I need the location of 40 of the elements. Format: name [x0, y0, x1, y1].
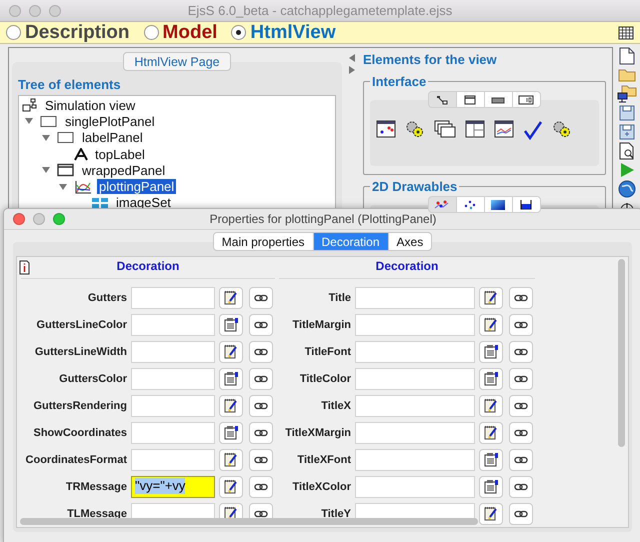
- tree-item[interactable]: wrappedPanel: [80, 162, 168, 178]
- property-label: TitleMargin: [292, 319, 351, 331]
- property-label: CoordinatesFormat: [24, 454, 127, 466]
- mode-radio[interactable]: Description: [6, 22, 130, 44]
- property-label: Title: [328, 292, 351, 304]
- group-title: Interface: [371, 74, 428, 89]
- property-label: TitleXMargin: [284, 427, 351, 439]
- column-heading: Decoration: [279, 257, 535, 279]
- property-label: TitleY: [320, 508, 351, 520]
- property-label: GuttersRendering: [32, 400, 127, 412]
- group-title: 2D Drawables: [371, 179, 458, 194]
- property-label: TLMessage: [66, 508, 127, 520]
- tree-item[interactable]: plottingPanel: [97, 179, 176, 194]
- property-label: Gutters: [86, 292, 127, 304]
- property-label: TitleFont: [304, 346, 351, 358]
- tab[interactable]: Axes: [388, 232, 432, 251]
- property-label: ShowCoordinates: [32, 427, 127, 439]
- tree-item[interactable]: imageSet: [114, 195, 173, 210]
- mode-radio[interactable]: HtmlView: [231, 22, 336, 44]
- tree-item[interactable]: topLabel: [93, 146, 147, 162]
- tree-item[interactable]: labelPanel: [80, 130, 145, 146]
- property-label: GuttersLineWidth: [34, 346, 127, 358]
- mode-radio[interactable]: Model: [144, 22, 218, 44]
- tab[interactable]: Main properties: [212, 232, 314, 251]
- tree-item[interactable]: singlePlotPanel: [63, 114, 157, 129]
- property-label: TitleX: [320, 400, 351, 412]
- window-title: EjsS 6.0_beta - catchapplegametemplate.ejss: [188, 3, 452, 18]
- property-label: TitleXFont: [296, 454, 351, 466]
- tab[interactable]: Decoration: [312, 232, 389, 251]
- property-label: TitleColor: [298, 373, 351, 385]
- tree-item[interactable]: Simulation view: [43, 98, 138, 113]
- panel-title: Elements for the view: [363, 52, 498, 67]
- property-label: TitleXColor: [292, 481, 351, 493]
- panel-title: Tree of elements: [18, 77, 122, 92]
- property-label: GuttersLineColor: [36, 319, 127, 331]
- dialog-title: Properties for plottingPanel (PlottingPanel): [210, 212, 436, 226]
- property-label: GuttersColor: [58, 373, 127, 385]
- page-button[interactable]: HtmlView Page: [123, 52, 231, 71]
- property-label: TRMessage: [64, 481, 127, 493]
- column-heading: Decoration: [21, 257, 275, 279]
